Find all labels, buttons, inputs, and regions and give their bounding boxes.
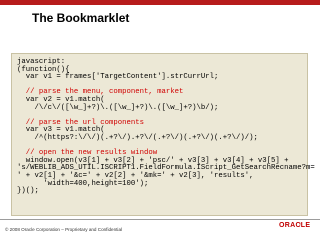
slide-title: The Bookmarklet <box>32 11 130 25</box>
code-line: })(); <box>17 187 39 196</box>
code-line: var v1 = frames['TargetContent'].strCurr… <box>17 73 219 82</box>
footer-divider <box>0 219 320 220</box>
code-line: /\/c\/([\w_]+?)\.([\w_]+?)\.([\w_]+?)\b/… <box>17 103 219 112</box>
code-listing: javascript: (function(){ var v1 = frames… <box>17 58 315 196</box>
code-line: /^(https?:\/\/)(.+?\/).+?\/(.+?\/)(.+?\/… <box>17 133 258 142</box>
logo-registered-mark: ® <box>299 222 302 226</box>
footer-copyright: © 2008 Oracle Corporation – Proprietary … <box>5 227 123 232</box>
header-strip <box>0 5 320 8</box>
code-block: javascript: (function(){ var v1 = frames… <box>11 53 315 216</box>
oracle-logo: ORACLE <box>279 222 311 229</box>
slide: { "slide": { "title": "The Bookmarklet",… <box>0 0 320 240</box>
